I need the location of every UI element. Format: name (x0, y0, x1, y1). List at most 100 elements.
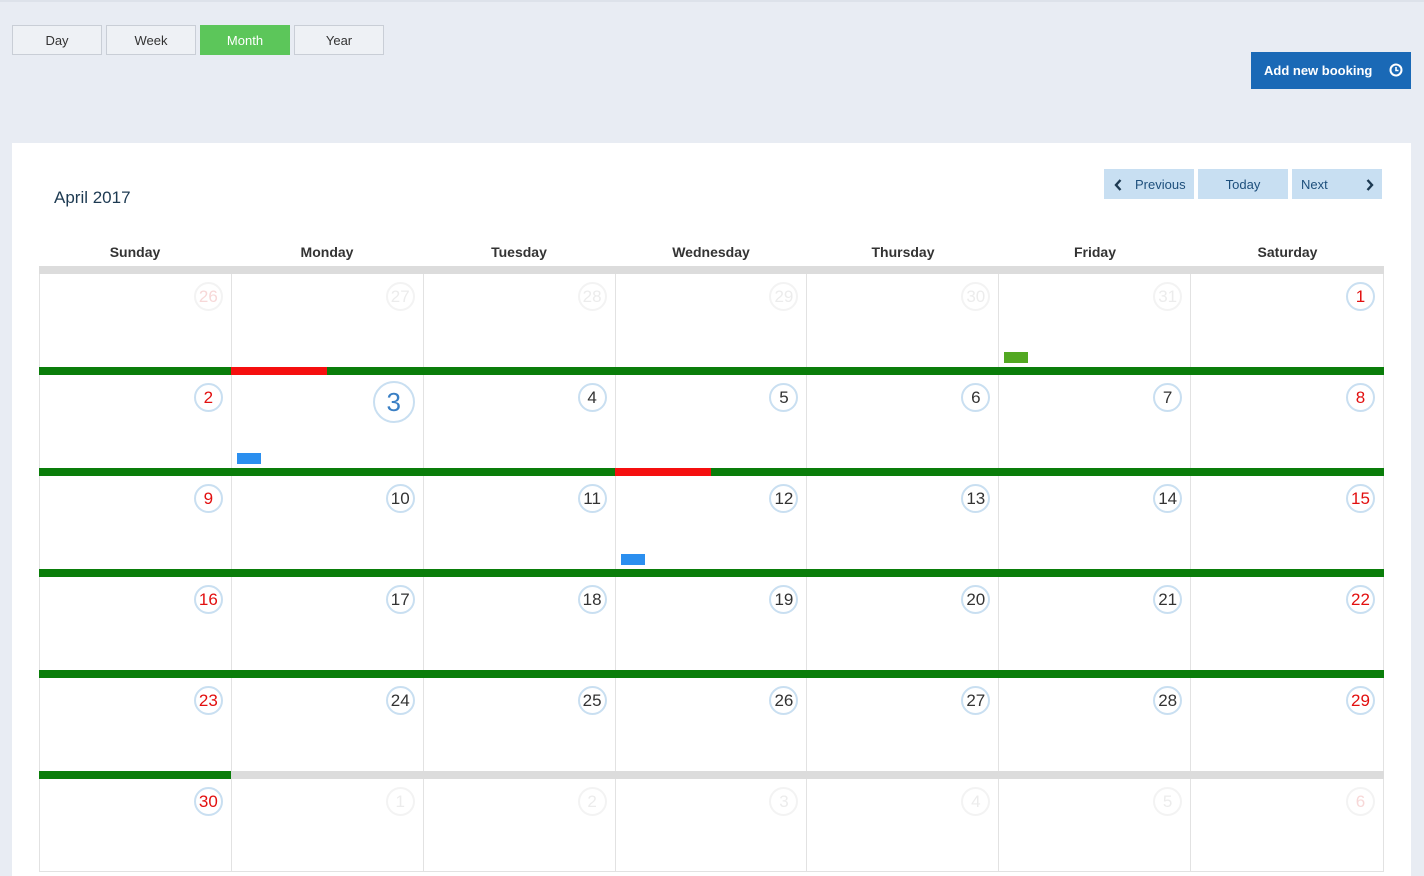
day-cell[interactable]: 8 (1191, 375, 1385, 468)
day-cell[interactable]: 2 (40, 375, 232, 468)
day-cell[interactable]: 15 (1191, 476, 1385, 569)
day-cell[interactable]: 31 (999, 274, 1192, 367)
day-number[interactable]: 17 (385, 585, 415, 614)
day-cell[interactable]: 27 (232, 274, 424, 367)
day-cell[interactable]: 26 (616, 678, 808, 771)
day-cell[interactable]: 1 (232, 779, 424, 872)
weekday-label: Tuesday (491, 244, 547, 260)
day-cell[interactable]: 20 (807, 577, 1000, 670)
day-cell[interactable]: 28 (424, 274, 616, 367)
day-number[interactable]: 11 (577, 484, 607, 513)
day-number[interactable]: 7 (1153, 383, 1183, 412)
day-number[interactable]: 5 (769, 383, 799, 412)
weekday-header: Sunday Monday Tuesday Wednesday Thursday… (39, 236, 1384, 266)
day-number[interactable]: 27 (961, 686, 991, 715)
day-cell[interactable]: 29 (616, 274, 808, 367)
day-number[interactable]: 26 (193, 282, 223, 311)
day-cell[interactable]: 17 (232, 577, 424, 670)
day-number[interactable]: 24 (385, 686, 415, 715)
day-cell[interactable]: 4 (807, 779, 1000, 872)
day-number[interactable]: 29 (769, 282, 799, 311)
day-cell[interactable]: 27 (807, 678, 1000, 771)
day-number[interactable]: 27 (385, 282, 415, 311)
day-cell[interactable]: 6 (807, 375, 1000, 468)
day-cell[interactable]: 19 (616, 577, 808, 670)
day-number[interactable]: 22 (1346, 585, 1376, 614)
day-cell[interactable]: 3 (232, 375, 424, 468)
day-number[interactable]: 2 (577, 787, 607, 816)
day-cell[interactable]: 5 (616, 375, 808, 468)
day-cell[interactable]: 7 (999, 375, 1192, 468)
day-cell[interactable]: 14 (999, 476, 1192, 569)
day-number[interactable]: 28 (1153, 686, 1183, 715)
day-cell[interactable]: 3 (616, 779, 808, 872)
day-cell[interactable]: 26 (40, 274, 232, 367)
today-label: Today (1225, 176, 1261, 192)
day-cell[interactable]: 13 (807, 476, 1000, 569)
day-cell[interactable]: 30 (807, 274, 1000, 367)
day-number[interactable]: 1 (1346, 282, 1376, 311)
day-cell[interactable]: 21 (999, 577, 1192, 670)
day-number[interactable]: 6 (1346, 787, 1376, 816)
day-cell[interactable]: 22 (1191, 577, 1385, 670)
day-number[interactable]: 13 (961, 484, 991, 513)
add-new-booking-button[interactable]: Add new booking (1251, 52, 1411, 89)
day-number[interactable]: 25 (577, 686, 607, 715)
day-number[interactable]: 9 (193, 484, 223, 513)
day-cell[interactable]: 18 (424, 577, 616, 670)
day-number[interactable]: 15 (1346, 484, 1376, 513)
booking-marker[interactable] (620, 554, 645, 565)
day-cell[interactable]: 24 (232, 678, 424, 771)
view-month-button[interactable]: Month (200, 25, 290, 55)
day-cell[interactable]: 11 (424, 476, 616, 569)
day-number[interactable]: 30 (193, 787, 223, 816)
day-cell[interactable]: 25 (424, 678, 616, 771)
day-number[interactable]: 3 (769, 787, 799, 816)
day-number[interactable]: 26 (769, 686, 799, 715)
day-number[interactable]: 28 (577, 282, 607, 311)
day-cell[interactable]: 10 (232, 476, 424, 569)
day-number[interactable]: 8 (1346, 383, 1376, 412)
day-cell[interactable]: 6 (1191, 779, 1385, 872)
next-button[interactable]: Next (1292, 169, 1382, 199)
day-number[interactable]: 31 (1153, 282, 1183, 311)
day-cell[interactable]: 23 (40, 678, 232, 771)
day-number[interactable]: 1 (385, 787, 415, 816)
today-button[interactable]: Today (1198, 169, 1288, 199)
day-cell[interactable]: 2 (424, 779, 616, 872)
view-week-button[interactable]: Week (106, 25, 196, 55)
day-number[interactable]: 21 (1153, 585, 1183, 614)
day-number[interactable]: 6 (961, 383, 991, 412)
view-year-button[interactable]: Year (294, 25, 384, 55)
day-number[interactable]: 29 (1346, 686, 1376, 715)
day-number[interactable]: 20 (961, 585, 991, 614)
view-day-button[interactable]: Day (12, 25, 102, 55)
day-number[interactable]: 16 (193, 585, 223, 614)
previous-button[interactable]: Previous (1104, 169, 1194, 199)
day-number[interactable]: 4 (577, 383, 607, 412)
day-number[interactable]: 14 (1153, 484, 1183, 513)
day-cell[interactable]: 28 (999, 678, 1192, 771)
day-number[interactable]: 23 (193, 686, 223, 715)
day-cell[interactable]: 29 (1191, 678, 1385, 771)
day-number[interactable]: 19 (769, 585, 799, 614)
booking-marker[interactable] (236, 453, 261, 464)
day-cell[interactable]: 16 (40, 577, 232, 670)
day-number-today[interactable]: 3 (372, 381, 415, 423)
day-cell[interactable]: 30 (40, 779, 232, 872)
day-number[interactable]: 5 (1153, 787, 1183, 816)
day-number[interactable]: 4 (961, 787, 991, 816)
day-number[interactable]: 12 (769, 484, 799, 513)
day-cell[interactable]: 12 (616, 476, 808, 569)
week-row: 9 10 11 12 13 14 15 (39, 468, 1385, 569)
day-number[interactable]: 18 (577, 585, 607, 614)
booking-marker[interactable] (1004, 352, 1029, 363)
day-number[interactable]: 2 (193, 383, 223, 412)
day-cell[interactable]: 1 (1191, 274, 1385, 367)
day-cell[interactable]: 4 (424, 375, 616, 468)
day-number[interactable]: 10 (385, 484, 415, 513)
week-row: 23 24 25 26 27 28 29 (39, 670, 1385, 771)
day-number[interactable]: 30 (961, 282, 991, 311)
day-cell[interactable]: 5 (999, 779, 1192, 872)
day-cell[interactable]: 9 (40, 476, 232, 569)
